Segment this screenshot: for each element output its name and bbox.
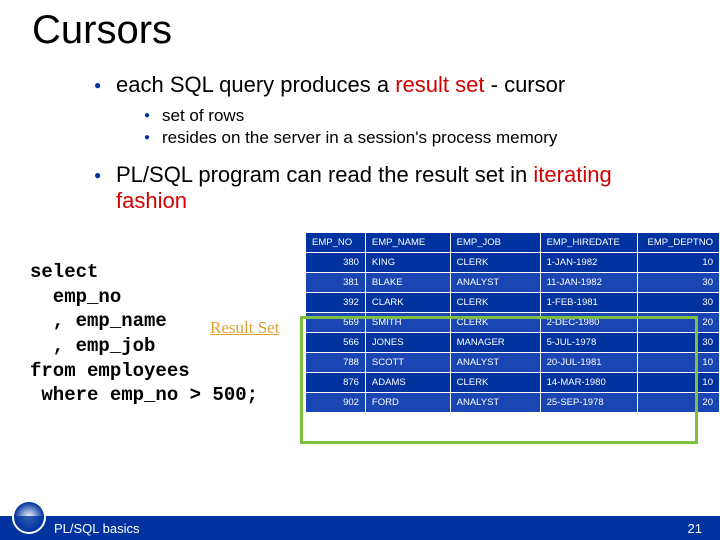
slide-title: Cursors (32, 8, 172, 53)
sub-bullet-rows: ● set of rows (162, 106, 244, 126)
table-cell: 25-SEP-1978 (540, 393, 638, 413)
table-cell: 1-JAN-1982 (540, 253, 638, 273)
table-row: 788SCOTTANALYST20-JUL-198110 (306, 353, 720, 373)
table-row: 392CLARKCLERK1-FEB-198130 (306, 293, 720, 313)
result-set-label: Result Set (210, 318, 279, 338)
table-cell: 5-JUL-1978 (540, 333, 638, 353)
text: set of rows (162, 106, 244, 125)
text: - cursor (485, 72, 566, 97)
page-number: 21 (688, 521, 702, 536)
table-cell: JONES (365, 333, 450, 353)
table-cell: 1-FEB-1981 (540, 293, 638, 313)
col-empjob: EMP_JOB (450, 233, 540, 253)
table-cell: FORD (365, 393, 450, 413)
table-cell: ANALYST (450, 393, 540, 413)
table-body: 380KINGCLERK1-JAN-198210381BLAKEANALYST1… (306, 253, 720, 413)
table-cell: 392 (306, 293, 366, 313)
table-cell: ANALYST (450, 273, 540, 293)
table-cell: 2-DEC-1980 (540, 313, 638, 333)
table-cell: 11-JAN-1982 (540, 273, 638, 293)
table-cell: 20-JUL-1981 (540, 353, 638, 373)
table-cell: 380 (306, 253, 366, 273)
table-cell: 876 (306, 373, 366, 393)
table-cell: CLERK (450, 253, 540, 273)
table-cell: ADAMS (365, 373, 450, 393)
cern-logo-icon (12, 500, 46, 534)
table-cell: 902 (306, 393, 366, 413)
table-cell: 30 (638, 273, 720, 293)
table-cell: CLERK (450, 293, 540, 313)
table-cell: 20 (638, 393, 720, 413)
text: each SQL query produces a (116, 72, 395, 97)
table-cell: 569 (306, 313, 366, 333)
table-header-row: EMP_NO EMP_NAME EMP_JOB EMP_HIREDATE EMP… (306, 233, 720, 253)
table-cell: 788 (306, 353, 366, 373)
bullet-plsql: ● PL/SQL program can read the result set… (116, 162, 676, 214)
table-row: 569SMITHCLERK2-DEC-198020 (306, 313, 720, 333)
table-cell: BLAKE (365, 273, 450, 293)
table-cell: ANALYST (450, 353, 540, 373)
table-cell: 20 (638, 313, 720, 333)
bullet-dot-icon: ● (144, 132, 150, 143)
table-row: 381BLAKEANALYST11-JAN-198230 (306, 273, 720, 293)
bullet-dot-icon: ● (94, 168, 101, 182)
col-hiredate: EMP_HIREDATE (540, 233, 638, 253)
table-cell: 14-MAR-1980 (540, 373, 638, 393)
table-cell: CLERK (450, 373, 540, 393)
table-row: 876ADAMSCLERK14-MAR-198010 (306, 373, 720, 393)
bullet-result-set: ● each SQL query produces a result set -… (116, 72, 565, 98)
table-cell: 10 (638, 353, 720, 373)
table-cell: 381 (306, 273, 366, 293)
sub-bullet-memory: ● resides on the server in a session's p… (162, 128, 557, 148)
table-cell: SCOTT (365, 353, 450, 373)
table-cell: 30 (638, 333, 720, 353)
table-cell: CLARK (365, 293, 450, 313)
table-row: 566JONESMANAGER5-JUL-197830 (306, 333, 720, 353)
bullet-dot-icon: ● (94, 78, 101, 92)
footer-bar: PL/SQL basics 21 (0, 516, 720, 540)
table-cell: KING (365, 253, 450, 273)
col-deptno: EMP_DEPTNO (638, 233, 720, 253)
table-cell: 10 (638, 253, 720, 273)
table-cell: 566 (306, 333, 366, 353)
col-empname: EMP_NAME (365, 233, 450, 253)
table-cell: 30 (638, 293, 720, 313)
col-empno: EMP_NO (306, 233, 366, 253)
footer-text: PL/SQL basics (54, 521, 140, 536)
result-table: EMP_NO EMP_NAME EMP_JOB EMP_HIREDATE EMP… (305, 232, 720, 413)
table-cell: CLERK (450, 313, 540, 333)
table-cell: 10 (638, 373, 720, 393)
table-row: 380KINGCLERK1-JAN-198210 (306, 253, 720, 273)
table-cell: SMITH (365, 313, 450, 333)
table-cell: MANAGER (450, 333, 540, 353)
text: resides on the server in a session's pro… (162, 128, 557, 147)
text: PL/SQL program can read the result set i… (116, 162, 533, 187)
text-red: result set (395, 72, 484, 97)
slide: Cursors ● each SQL query produces a resu… (0, 0, 720, 540)
bullet-dot-icon: ● (144, 110, 150, 121)
table-row: 902FORDANALYST25-SEP-197820 (306, 393, 720, 413)
